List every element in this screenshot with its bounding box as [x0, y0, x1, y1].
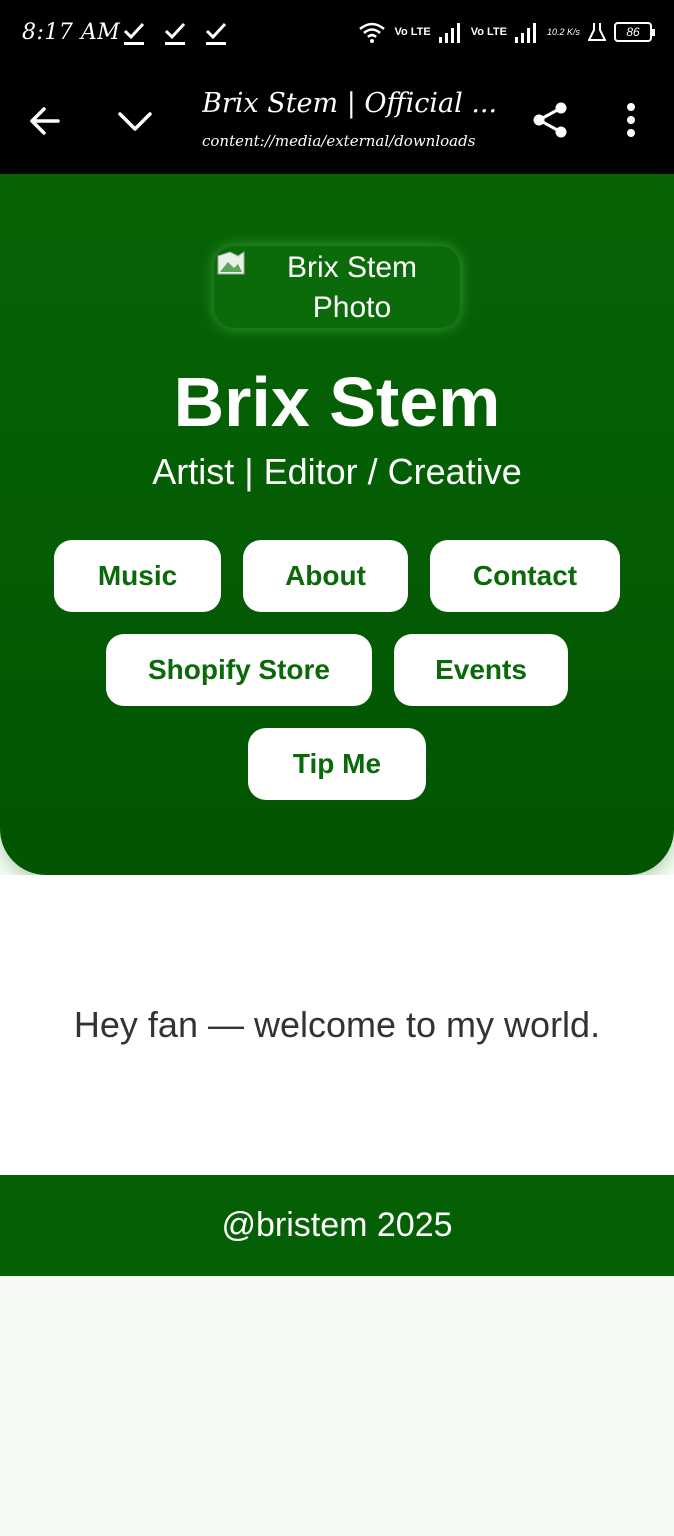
hero-section: Brix Stem Photo Brix Stem Artist | Edito…: [0, 174, 674, 875]
artist-tagline: Artist | Editor / Creative: [152, 451, 522, 492]
back-arrow-icon[interactable]: [24, 100, 66, 142]
download-done-icon: [205, 22, 227, 45]
signal-icon-2: [514, 23, 536, 43]
volte-label-2: Vo LTE: [470, 26, 507, 38]
network-speed: 10.2 K/s: [546, 26, 580, 37]
browser-app-bar: Brix Stem | Official ... content://media…: [0, 70, 674, 174]
contact-button[interactable]: Contact: [430, 540, 620, 612]
page-url: content://media/external/downloads: [202, 132, 476, 150]
profile-photo: Brix Stem Photo: [214, 246, 460, 328]
music-button[interactable]: Music: [54, 540, 221, 612]
flask-icon: [588, 23, 606, 41]
notification-icons: [122, 20, 228, 46]
welcome-message: Hey fan — welcome to my world.: [73, 1004, 601, 1045]
wifi-icon: [359, 22, 386, 43]
status-bar: 8:17 AM Vo LTE Vo LTE 10.2 K/s 86: [0, 0, 674, 70]
download-done-icon: [123, 22, 145, 45]
broken-image-icon: [217, 251, 245, 275]
tip-me-button[interactable]: Tip Me: [248, 728, 426, 800]
profile-photo-alt-text: Brix Stem Photo: [286, 251, 418, 324]
about-button[interactable]: About: [243, 540, 408, 612]
more-options-icon[interactable]: [615, 100, 647, 140]
volte-label: Vo LTE: [394, 26, 431, 38]
page-title: Brix Stem | Official ...: [202, 88, 498, 119]
signal-icon: [438, 23, 460, 43]
battery-icon: 86: [614, 22, 655, 42]
download-done-icon: [164, 22, 186, 45]
shopify-store-button[interactable]: Shopify Store: [106, 634, 372, 706]
status-time: 8:17 AM: [22, 20, 121, 45]
chevron-down-icon[interactable]: [114, 100, 156, 142]
events-button[interactable]: Events: [394, 634, 568, 706]
share-icon[interactable]: [530, 100, 570, 140]
status-right: Vo LTE Vo LTE 10.2 K/s 86: [358, 20, 655, 44]
footer: @bristem 2025: [0, 1175, 674, 1276]
artist-name: Brix Stem: [173, 363, 501, 441]
